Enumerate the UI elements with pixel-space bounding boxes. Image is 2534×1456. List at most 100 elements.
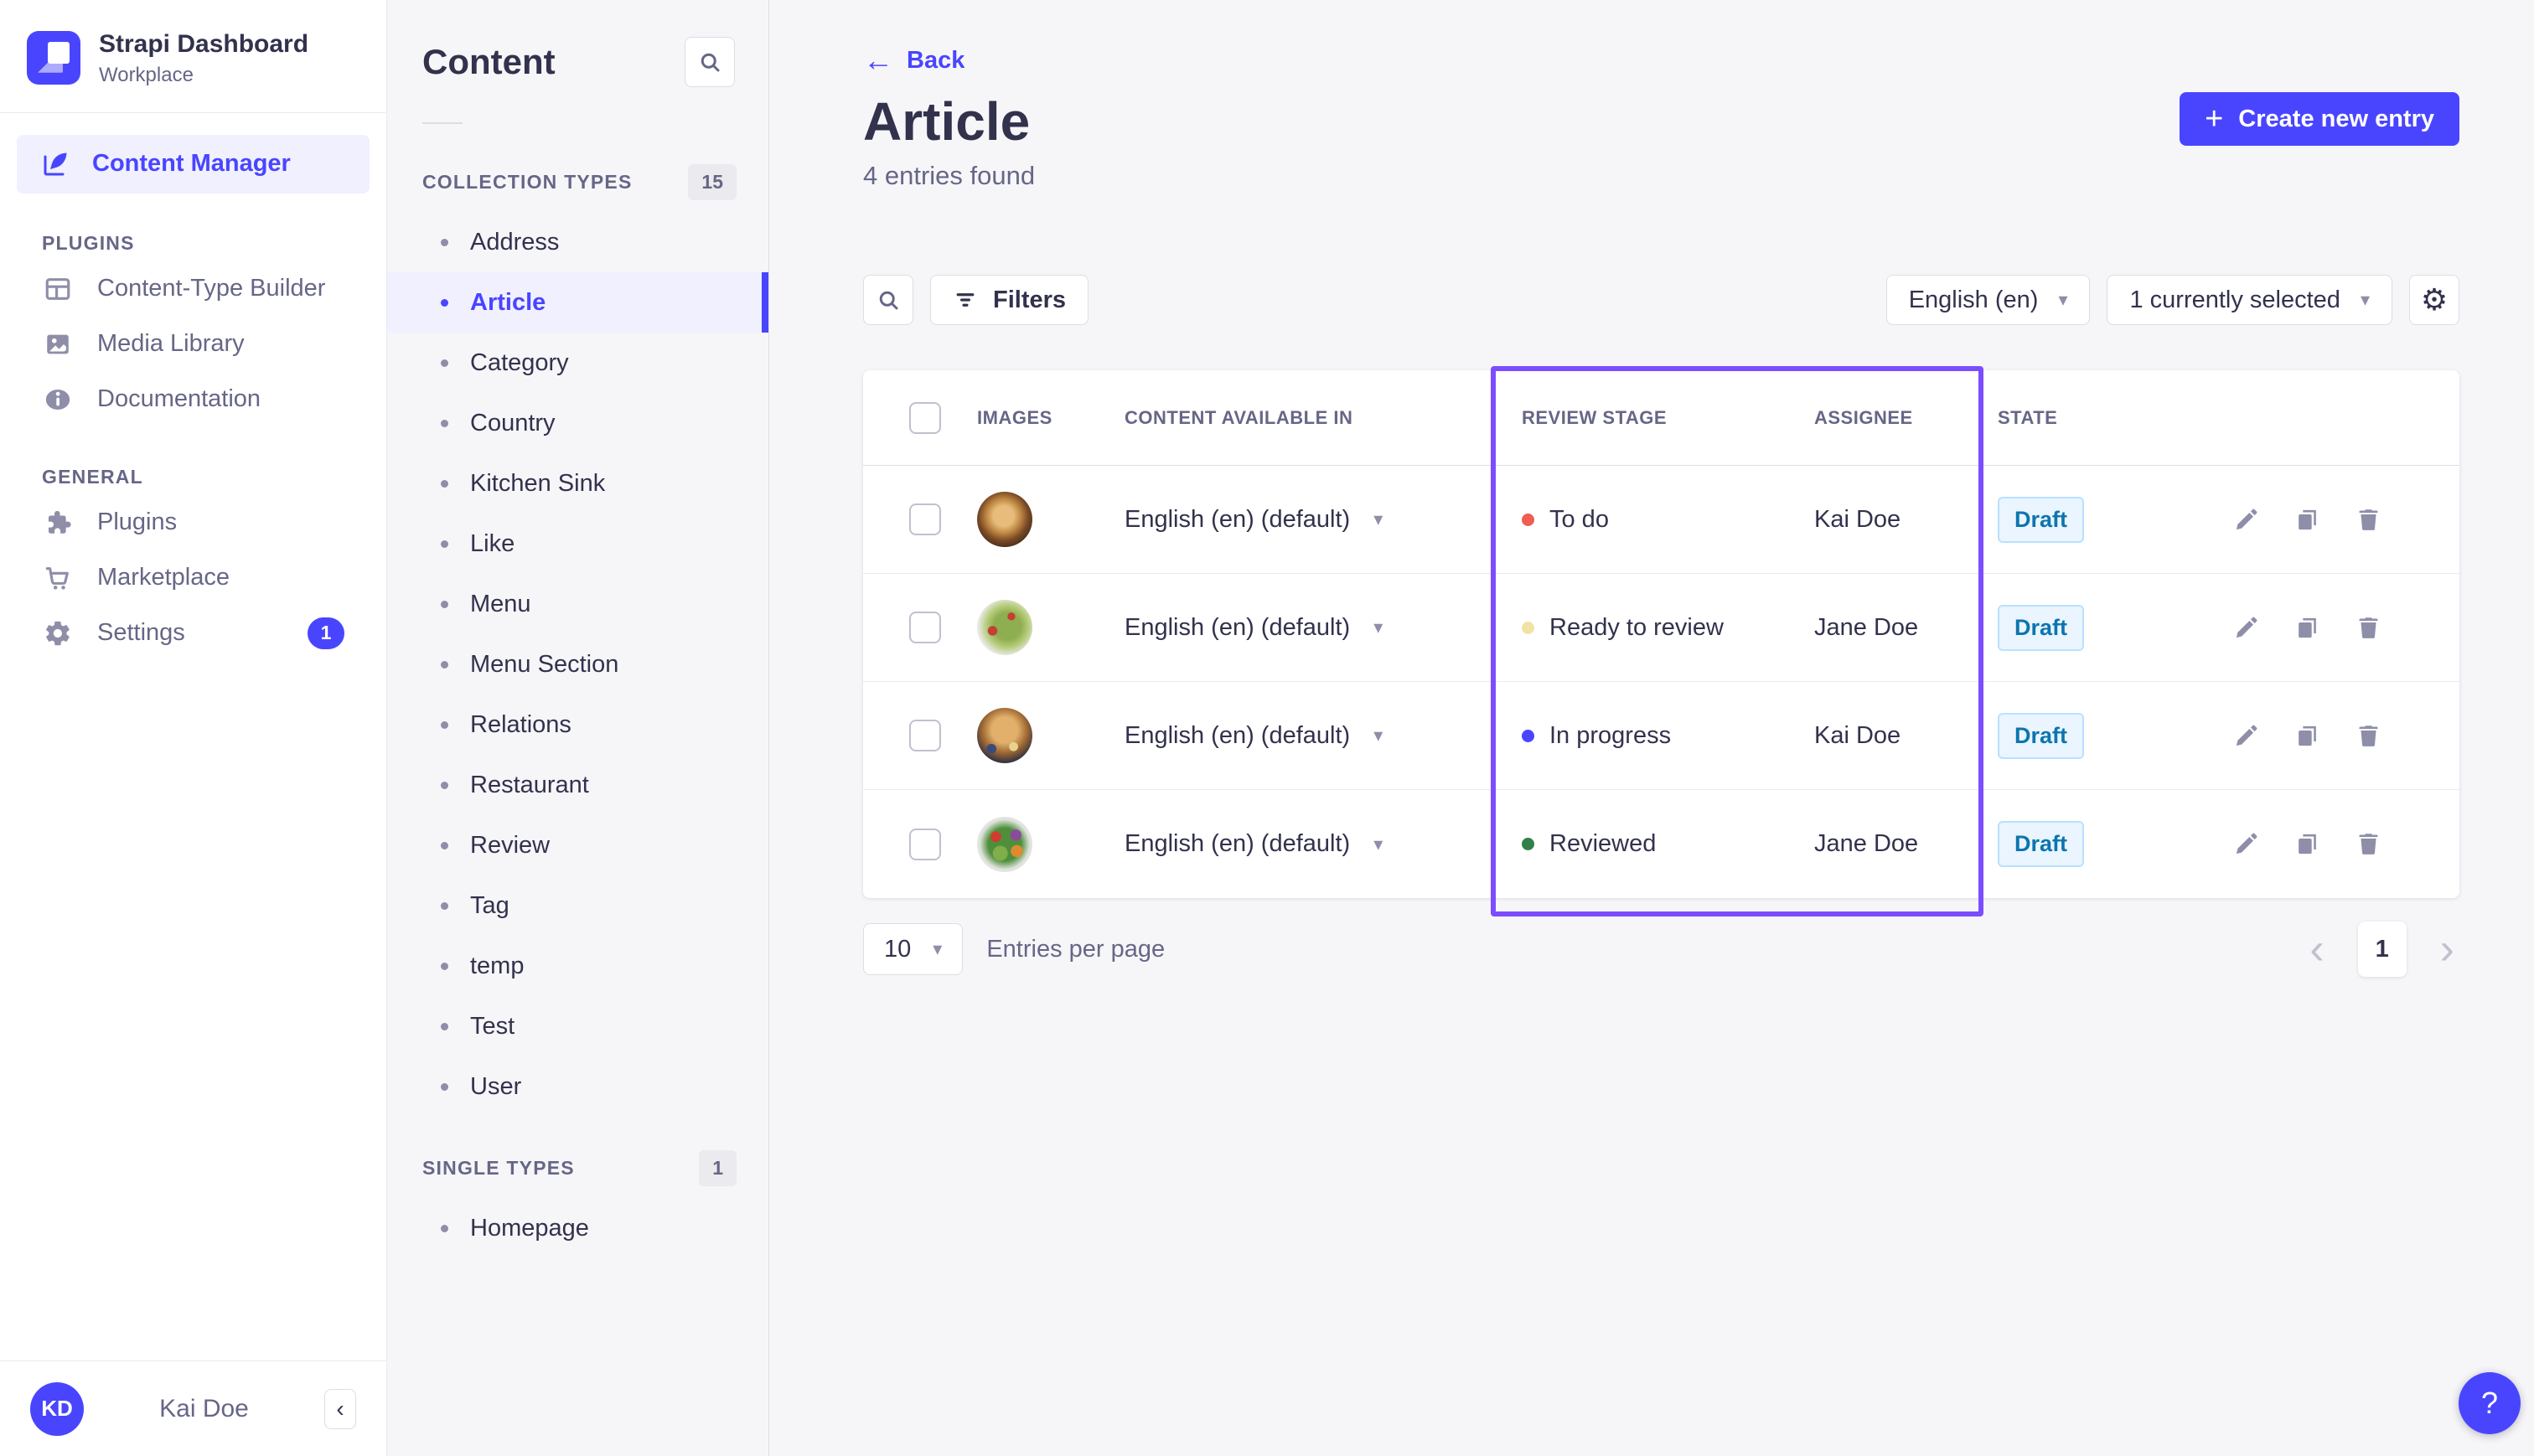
page-title: Article: [863, 92, 1035, 151]
row-checkbox[interactable]: [909, 612, 941, 643]
delete-button[interactable]: [2356, 507, 2381, 533]
duplicate-button[interactable]: [2294, 615, 2320, 641]
bullet-icon: [441, 782, 448, 789]
subnav-title: Content: [422, 42, 556, 82]
subnav-search-button[interactable]: [685, 37, 735, 87]
collapse-sidebar-button[interactable]: ‹: [324, 1389, 356, 1429]
pencil-icon: [2233, 615, 2259, 641]
workspace-header[interactable]: Strapi Dashboard Workplace: [0, 0, 386, 113]
sidebar-item-label: Content Manager: [92, 150, 291, 178]
subnav-item-menu-section[interactable]: Menu Section: [387, 634, 768, 694]
subnav-item-test[interactable]: Test: [387, 996, 768, 1056]
next-page-button[interactable]: ›: [2435, 927, 2459, 971]
subnav-item-label: Test: [470, 1013, 515, 1040]
sidebar-item-settings[interactable]: Settings 1: [0, 606, 386, 661]
app-title: Strapi Dashboard: [99, 28, 308, 60]
list-toolbar: Filters English (en) ▾ 1 currently selec…: [863, 275, 2459, 325]
delete-button[interactable]: [2356, 723, 2381, 749]
duplicate-button[interactable]: [2294, 507, 2320, 533]
bullet-icon: [441, 540, 448, 548]
subnav-item-label: Address: [470, 229, 559, 256]
create-entry-button[interactable]: + Create new entry: [2180, 92, 2459, 146]
user-avatar[interactable]: KD: [30, 1382, 84, 1436]
edit-button[interactable]: [2233, 615, 2259, 641]
duplicate-button[interactable]: [2294, 831, 2320, 857]
puzzle-icon: [42, 507, 74, 539]
copy-icon: [2294, 615, 2320, 641]
subnav-item-homepage[interactable]: Homepage: [387, 1198, 768, 1258]
prev-page-button[interactable]: ‹: [2304, 927, 2329, 971]
sidebar-item-label: Content-Type Builder: [97, 275, 325, 302]
subnav-item-tag[interactable]: Tag: [387, 875, 768, 936]
main-sidebar: Strapi Dashboard Workplace Content Manag…: [0, 0, 387, 1456]
salad-bowl-photo: [977, 817, 1032, 872]
subnav-item-country[interactable]: Country: [387, 393, 768, 453]
subnav-item-address[interactable]: Address: [387, 212, 768, 272]
row-checkbox[interactable]: [909, 720, 941, 751]
field-selection-select[interactable]: 1 currently selected ▾: [2107, 275, 2392, 325]
filters-button[interactable]: Filters: [930, 275, 1089, 325]
locale-select[interactable]: English (en) ▾: [1886, 275, 2091, 325]
subnav-item-label: Tag: [470, 892, 509, 920]
help-button[interactable]: ?: [2459, 1372, 2521, 1434]
edit-button[interactable]: [2233, 831, 2259, 857]
bullet-icon: [441, 480, 448, 488]
arrow-left-icon: ←: [863, 45, 893, 75]
subnav-item-label: Relations: [470, 711, 571, 739]
locale-cell[interactable]: English (en) (default)▾: [1125, 614, 1522, 642]
subnav-item-label: Kitchen Sink: [470, 470, 605, 498]
review-stage-cell: Ready to review: [1522, 614, 1814, 642]
sidebar-item-media-library[interactable]: Media Library: [0, 317, 386, 372]
subnav-item-kitchen-sink[interactable]: Kitchen Sink: [387, 453, 768, 514]
subnav-item-label: Homepage: [470, 1215, 589, 1242]
assignee-cell: Jane Doe: [1814, 614, 1998, 642]
sidebar-item-content-type-builder[interactable]: Content-Type Builder: [0, 261, 386, 317]
subnav-item-label: Menu: [470, 591, 531, 618]
page-number[interactable]: 1: [2358, 922, 2407, 977]
subnav-item-article[interactable]: Article: [387, 272, 768, 333]
edit-button[interactable]: [2233, 723, 2259, 749]
locale-cell[interactable]: English (en) (default)▾: [1125, 722, 1522, 750]
caret-down-icon: ▾: [2058, 291, 2067, 309]
subnav-item-menu[interactable]: Menu: [387, 574, 768, 634]
table-row: English (en) (default)▾ Reviewed Jane Do…: [863, 790, 2459, 898]
delete-button[interactable]: [2356, 615, 2381, 641]
row-checkbox[interactable]: [909, 503, 941, 535]
section-label-plugins: PLUGINS: [42, 232, 386, 255]
delete-button[interactable]: [2356, 831, 2381, 857]
locale-value: English (en): [1909, 287, 2039, 314]
subnav-item-temp[interactable]: temp: [387, 936, 768, 996]
table-row: English (en) (default)▾ To do Kai Doe Dr…: [863, 466, 2459, 574]
back-link[interactable]: ← Back: [863, 45, 964, 75]
view-settings-button[interactable]: ⚙: [2409, 275, 2459, 325]
locale-cell[interactable]: English (en) (default)▾: [1125, 506, 1522, 534]
subnav-item-like[interactable]: Like: [387, 514, 768, 574]
caret-down-icon: ▾: [1373, 618, 1383, 637]
locale-cell[interactable]: English (en) (default)▾: [1125, 830, 1522, 858]
subnav-item-review[interactable]: Review: [387, 815, 768, 875]
subnav-item-restaurant[interactable]: Restaurant: [387, 755, 768, 815]
column-header-state: STATE: [1998, 407, 2233, 429]
trash-icon: [2356, 723, 2381, 749]
select-all-checkbox[interactable]: [909, 402, 941, 434]
subnav-item-label: Country: [470, 410, 556, 437]
caret-down-icon: ▾: [1373, 510, 1383, 529]
subnav-item-category[interactable]: Category: [387, 333, 768, 393]
duplicate-button[interactable]: [2294, 723, 2320, 749]
row-checkbox[interactable]: [909, 829, 941, 860]
page-size-select[interactable]: 10 ▾: [863, 923, 963, 975]
sidebar-item-documentation[interactable]: Documentation: [0, 372, 386, 427]
sidebar-item-content-manager[interactable]: Content Manager: [17, 135, 370, 194]
table-search-button[interactable]: [863, 275, 913, 325]
subnav-item-label: Restaurant: [470, 772, 589, 799]
search-icon: [697, 49, 722, 75]
subnav-item-relations[interactable]: Relations: [387, 694, 768, 755]
edit-button[interactable]: [2233, 507, 2259, 533]
sidebar-item-plugins[interactable]: Plugins: [0, 495, 386, 550]
sidebar-item-marketplace[interactable]: Marketplace: [0, 550, 386, 606]
content-subnav: Content COLLECTION TYPES 15 Address Arti…: [387, 0, 769, 1456]
plus-icon: +: [2205, 103, 2223, 135]
bullet-icon: [441, 1023, 448, 1030]
caret-down-icon: ▾: [933, 940, 942, 958]
subnav-item-user[interactable]: User: [387, 1056, 768, 1117]
